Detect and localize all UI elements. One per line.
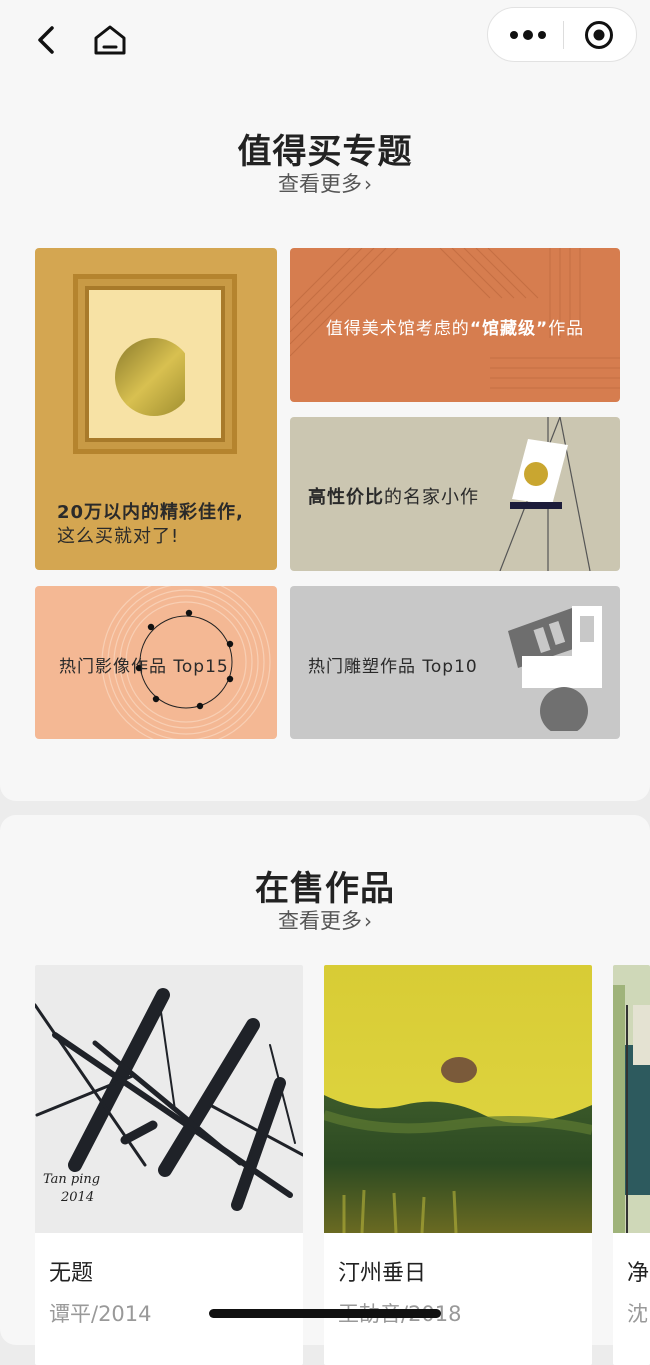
artwork-card[interactable]: Tan ping 2014 无题 谭平/2014 [35,965,303,1365]
view-more-label: 查看更多 [278,172,362,196]
chevron-right-icon: › [364,909,372,933]
artwork-image [613,965,650,1233]
topic-card-museum-grade[interactable]: 值得美术馆考虑的“馆藏级”作品 [290,248,620,402]
abstract-painting [613,965,650,1233]
chevron-left-icon [38,26,54,54]
mini-program-capsule [487,7,637,62]
view-more-link[interactable]: 查看更多 › [0,905,650,935]
more-button[interactable] [506,22,550,48]
yellow-landscape-painting [324,965,592,1234]
record-target-icon [585,21,613,49]
close-mini-program-button[interactable] [584,20,614,50]
top-navigation-bar [0,0,650,76]
section-title: 值得买专题 [237,132,413,172]
artwork-title: 汀州垂日 [338,1261,427,1286]
artwork-card[interactable]: 净 沈 [613,965,650,1365]
topic-card-photo-top15[interactable]: 热门影像作品 Top15 [35,586,277,739]
view-more-link[interactable]: 查看更多 › [0,168,650,198]
signature-line1: Tan ping [43,1172,101,1187]
artwork-title: 净 [627,1261,650,1286]
card-text: 值得美术馆考虑的“馆藏级”作品 [290,314,620,339]
card-text-pre: 值得美术馆考虑的 [325,319,470,339]
card-text: 热门雕塑作品 Top10 [308,657,478,677]
card-text-post: 作品 [548,319,585,339]
artwork-artist-year: 沈 [627,1302,648,1326]
artwork-image [324,965,592,1234]
card-text-rest: 的名家小作 [384,487,479,508]
card-text: 高性价比的名家小作 [308,483,479,509]
home-icon [94,25,126,55]
painting-signature: Tan ping 2014 [43,1171,100,1207]
topic-card-under-200k[interactable]: 20万以内的精彩佳作, 这么买就对了! [35,248,277,570]
topic-card-sculpture-top10[interactable]: 热门雕塑作品 Top10 [290,586,620,739]
capsule-divider [563,21,564,49]
home-indicator [209,1309,441,1318]
card-text-highlight: 馆藏级 [482,319,536,339]
chevron-right-icon: › [364,172,372,196]
card-text-highlight: 高性价比 [308,487,384,508]
card-text-line2: 这么买就对了! [57,526,180,547]
signature-line2: 2014 [61,1190,95,1205]
view-more-label: 查看更多 [278,909,362,933]
worth-buying-section: 值得买专题 查看更多 › 20万以内的精彩佳作, 这么买就对了! 值得美术馆考虑… [0,76,650,801]
artwork-card[interactable]: 汀州垂日 王劼音/2018 [324,965,592,1365]
open-quote: “ [469,319,482,339]
home-button[interactable] [90,20,130,60]
close-quote: ” [536,319,549,339]
topic-card-value-works[interactable]: 高性价比的名家小作 [290,417,620,571]
artwork-image: Tan ping 2014 [35,965,303,1233]
section-title: 在售作品 [255,869,395,909]
artwork-artist-year: 谭平/2014 [49,1302,152,1326]
card-text: 热门影像作品 Top15 [59,657,229,677]
more-dots-icon [510,30,546,40]
on-sale-section: 在售作品 查看更多 › Tan ping 2014 无题 谭平/2014 汀州垂… [0,815,650,1365]
card-text-line1: 20万以内的精彩佳作, [57,502,244,523]
back-button[interactable] [30,22,64,58]
artwork-title: 无题 [49,1261,94,1286]
